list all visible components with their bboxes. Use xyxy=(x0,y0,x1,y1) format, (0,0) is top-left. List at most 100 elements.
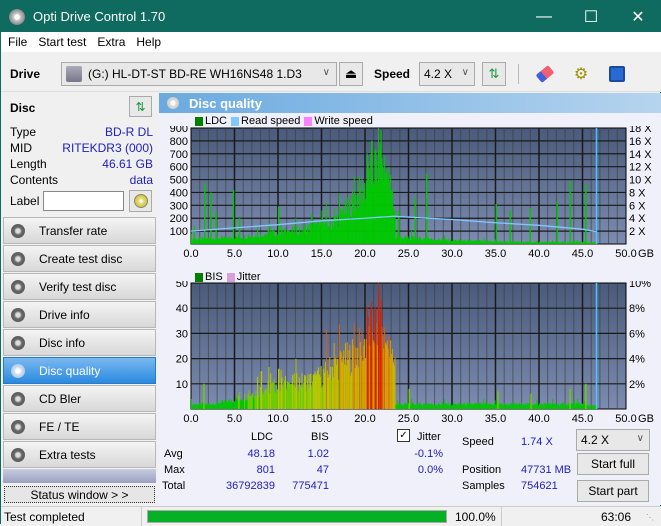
menu-help[interactable]: Help xyxy=(136,35,161,49)
data-bar xyxy=(418,402,420,409)
data-bar xyxy=(411,236,413,244)
data-spike xyxy=(232,189,235,244)
erase-button[interactable] xyxy=(533,62,557,86)
status-window-button[interactable]: Status window > > xyxy=(4,486,155,503)
menu-extra[interactable]: Extra xyxy=(97,35,125,49)
data-bar xyxy=(327,377,329,409)
data-bar xyxy=(359,187,361,244)
data-bar xyxy=(410,240,412,244)
maximize-button[interactable]: ☐ xyxy=(568,1,614,32)
resize-grip-icon[interactable]: ⋱ xyxy=(646,513,654,522)
y-tick-left: 500 xyxy=(170,175,188,187)
data-bar xyxy=(282,233,284,244)
data-bar xyxy=(565,405,567,409)
data-bar xyxy=(409,237,411,244)
data-bar xyxy=(258,237,260,244)
data-bar xyxy=(270,373,272,409)
speed-select[interactable]: 4.2 X ∨ xyxy=(419,62,475,86)
nav-label: Disc quality xyxy=(39,363,101,378)
nav-extra-tests[interactable]: Extra tests xyxy=(3,441,156,468)
data-bar xyxy=(370,154,372,244)
data-bar xyxy=(576,241,578,244)
data-spike xyxy=(371,140,373,244)
data-bar xyxy=(349,344,351,409)
data-bar xyxy=(401,239,403,244)
eject-button[interactable]: ⏏ xyxy=(339,62,363,86)
menu-start-test[interactable]: Start test xyxy=(38,35,86,49)
nav-verify-test-disc[interactable]: Verify test disc xyxy=(3,273,156,300)
data-bar xyxy=(412,236,414,244)
data-bar xyxy=(492,241,494,244)
label-disc-button[interactable] xyxy=(129,190,152,212)
data-bar xyxy=(438,239,440,244)
save-button[interactable] xyxy=(605,62,629,86)
x-tick: 15.0 xyxy=(311,248,332,260)
data-bar xyxy=(450,402,452,409)
start-part-button[interactable]: Start part xyxy=(577,480,649,502)
data-bar xyxy=(351,339,353,409)
data-bar xyxy=(295,358,297,409)
data-spike xyxy=(193,225,196,244)
data-bar xyxy=(345,365,347,409)
data-bar xyxy=(215,403,217,409)
transfer-rate-icon xyxy=(11,223,25,238)
close-button[interactable]: ✕ xyxy=(615,1,661,32)
nav-disc-quality[interactable]: Disc quality xyxy=(3,357,156,384)
data-bar xyxy=(429,239,431,244)
menu-file[interactable]: File xyxy=(8,35,27,49)
data-bar xyxy=(549,241,551,244)
data-bar xyxy=(459,404,461,409)
data-bar xyxy=(471,404,473,409)
test-speed-select[interactable]: 4.2 X ∨ xyxy=(576,429,650,451)
label-input[interactable] xyxy=(43,191,124,211)
data-bar xyxy=(436,240,438,244)
nav-label: FE / TE xyxy=(39,419,80,434)
total-ldc: 36792839 xyxy=(226,480,275,492)
minimize-button[interactable]: — xyxy=(521,1,567,32)
data-bar xyxy=(445,403,447,409)
data-bar xyxy=(469,402,471,409)
main-panel: Disc quality LDC Read speed Write speed … xyxy=(159,93,661,505)
data-bar xyxy=(421,405,423,409)
data-spike xyxy=(414,197,417,244)
max-ldc: 801 xyxy=(256,464,275,476)
data-bar xyxy=(323,221,325,244)
data-bar xyxy=(573,240,575,244)
data-bar xyxy=(277,389,279,409)
data-bar xyxy=(522,403,524,409)
start-full-button[interactable]: Start full xyxy=(577,453,649,475)
data-bar xyxy=(439,404,441,409)
data-bar xyxy=(387,348,389,409)
data-bar xyxy=(470,240,472,244)
avg-ldc: 48.18 xyxy=(247,448,275,460)
data-bar xyxy=(328,374,330,409)
data-bar xyxy=(396,404,398,409)
test-speed-value: 4.2 X xyxy=(581,433,610,447)
disc-refresh-button[interactable]: ⇅ xyxy=(129,96,152,117)
refresh-button[interactable]: ⇅ xyxy=(482,62,506,86)
data-bar xyxy=(225,399,227,409)
data-bar xyxy=(563,241,565,244)
data-bar xyxy=(214,239,216,244)
data-bar xyxy=(413,238,415,244)
jitter-checkbox[interactable]: ✓ xyxy=(397,429,410,442)
nav-drive-info[interactable]: Drive info xyxy=(3,301,156,328)
data-bar xyxy=(382,166,384,244)
data-bar xyxy=(484,241,486,244)
data-bar xyxy=(327,227,329,244)
data-bar xyxy=(463,403,465,409)
data-bar xyxy=(590,406,592,409)
settings-button[interactable]: ⚙ xyxy=(569,62,593,86)
data-bar xyxy=(486,403,488,409)
nav-create-test-disc[interactable]: Create test disc xyxy=(3,245,156,272)
nav-transfer-rate[interactable]: Transfer rate xyxy=(3,217,156,244)
data-bar xyxy=(334,358,336,409)
nav-fe-te[interactable]: FE / TE xyxy=(3,413,156,440)
data-bar xyxy=(224,400,226,409)
nav-disc-info[interactable]: Disc info xyxy=(3,329,156,356)
data-bar xyxy=(434,405,436,409)
nav-cd-bler[interactable]: CD Bler xyxy=(3,385,156,412)
x-tick: 45.0 xyxy=(572,248,593,260)
drive-select[interactable]: (G:) HL-DT-ST BD-RE WH16NS48 1.D3 ∨ xyxy=(61,62,337,86)
data-bar xyxy=(351,216,353,244)
